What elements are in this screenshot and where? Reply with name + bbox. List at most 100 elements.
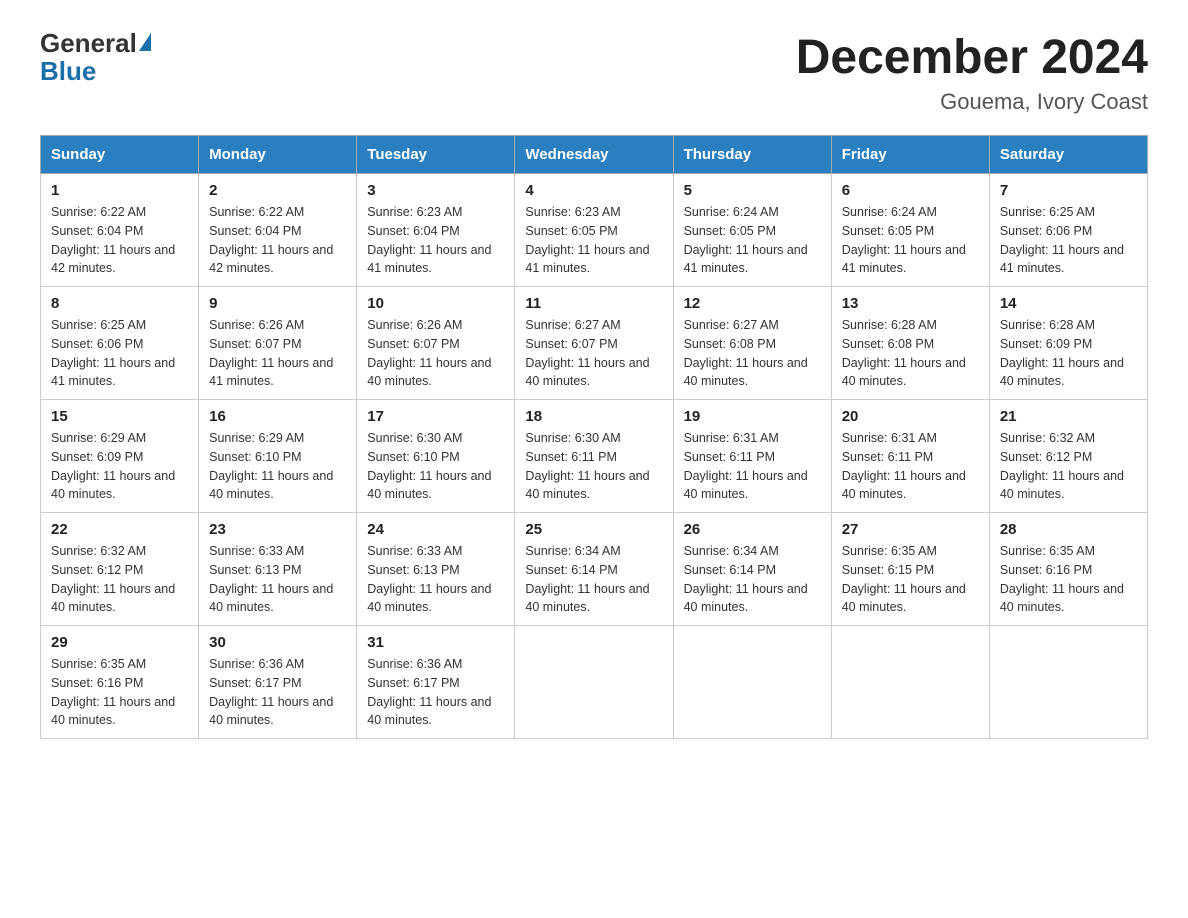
calendar-cell: 20 Sunrise: 6:31 AM Sunset: 6:11 PM Dayl…: [831, 400, 989, 513]
calendar-cell: 3 Sunrise: 6:23 AM Sunset: 6:04 PM Dayli…: [357, 174, 515, 287]
daylight-label: Daylight: 11 hours and 40 minutes.: [525, 582, 649, 615]
day-number: 6: [842, 182, 979, 199]
calendar-cell: 17 Sunrise: 6:30 AM Sunset: 6:10 PM Dayl…: [357, 400, 515, 513]
sunset-label: Sunset: 6:06 PM: [51, 337, 143, 351]
sunset-label: Sunset: 6:07 PM: [367, 337, 459, 351]
page-subtitle: Gouema, Ivory Coast: [796, 89, 1148, 115]
calendar-cell: 23 Sunrise: 6:33 AM Sunset: 6:13 PM Dayl…: [199, 513, 357, 626]
daylight-label: Daylight: 11 hours and 41 minutes.: [367, 243, 491, 276]
calendar-cell: [673, 626, 831, 739]
sunset-label: Sunset: 6:09 PM: [1000, 337, 1092, 351]
calendar-cell: 14 Sunrise: 6:28 AM Sunset: 6:09 PM Dayl…: [989, 287, 1147, 400]
sunrise-label: Sunrise: 6:23 AM: [367, 205, 462, 219]
day-info: Sunrise: 6:36 AM Sunset: 6:17 PM Dayligh…: [367, 655, 504, 730]
sunrise-label: Sunrise: 6:35 AM: [51, 657, 146, 671]
sunset-label: Sunset: 6:13 PM: [367, 563, 459, 577]
day-number: 25: [525, 521, 662, 538]
sunrise-label: Sunrise: 6:35 AM: [1000, 544, 1095, 558]
day-info: Sunrise: 6:29 AM Sunset: 6:10 PM Dayligh…: [209, 429, 346, 504]
calendar-cell: 27 Sunrise: 6:35 AM Sunset: 6:15 PM Dayl…: [831, 513, 989, 626]
sunrise-label: Sunrise: 6:26 AM: [209, 318, 304, 332]
daylight-label: Daylight: 11 hours and 40 minutes.: [684, 356, 808, 389]
calendar-cell: 18 Sunrise: 6:30 AM Sunset: 6:11 PM Dayl…: [515, 400, 673, 513]
sunset-label: Sunset: 6:07 PM: [525, 337, 617, 351]
day-info: Sunrise: 6:22 AM Sunset: 6:04 PM Dayligh…: [51, 203, 188, 278]
day-number: 30: [209, 634, 346, 651]
calendar-week-1: 1 Sunrise: 6:22 AM Sunset: 6:04 PM Dayli…: [41, 174, 1148, 287]
calendar-cell: 13 Sunrise: 6:28 AM Sunset: 6:08 PM Dayl…: [831, 287, 989, 400]
sunrise-label: Sunrise: 6:34 AM: [525, 544, 620, 558]
day-number: 23: [209, 521, 346, 538]
col-header-saturday: Saturday: [989, 136, 1147, 174]
sunset-label: Sunset: 6:04 PM: [209, 224, 301, 238]
day-number: 16: [209, 408, 346, 425]
day-info: Sunrise: 6:25 AM Sunset: 6:06 PM Dayligh…: [1000, 203, 1137, 278]
sunrise-label: Sunrise: 6:29 AM: [209, 431, 304, 445]
calendar-cell: 24 Sunrise: 6:33 AM Sunset: 6:13 PM Dayl…: [357, 513, 515, 626]
calendar-cell: 1 Sunrise: 6:22 AM Sunset: 6:04 PM Dayli…: [41, 174, 199, 287]
sunrise-label: Sunrise: 6:32 AM: [1000, 431, 1095, 445]
daylight-label: Daylight: 11 hours and 40 minutes.: [51, 582, 175, 615]
sunset-label: Sunset: 6:14 PM: [525, 563, 617, 577]
daylight-label: Daylight: 11 hours and 41 minutes.: [842, 243, 966, 276]
day-number: 11: [525, 295, 662, 312]
sunrise-label: Sunrise: 6:36 AM: [209, 657, 304, 671]
col-header-thursday: Thursday: [673, 136, 831, 174]
sunrise-label: Sunrise: 6:31 AM: [684, 431, 779, 445]
sunrise-label: Sunrise: 6:25 AM: [1000, 205, 1095, 219]
logo-triangle-icon: [139, 33, 151, 51]
sunset-label: Sunset: 6:08 PM: [684, 337, 776, 351]
logo-blue-text: Blue: [40, 56, 96, 87]
day-info: Sunrise: 6:33 AM Sunset: 6:13 PM Dayligh…: [367, 542, 504, 617]
daylight-label: Daylight: 11 hours and 41 minutes.: [525, 243, 649, 276]
sunrise-label: Sunrise: 6:28 AM: [1000, 318, 1095, 332]
day-number: 20: [842, 408, 979, 425]
col-header-sunday: Sunday: [41, 136, 199, 174]
sunset-label: Sunset: 6:10 PM: [367, 450, 459, 464]
sunrise-label: Sunrise: 6:35 AM: [842, 544, 937, 558]
sunset-label: Sunset: 6:10 PM: [209, 450, 301, 464]
day-number: 12: [684, 295, 821, 312]
day-info: Sunrise: 6:34 AM Sunset: 6:14 PM Dayligh…: [525, 542, 662, 617]
sunset-label: Sunset: 6:11 PM: [525, 450, 617, 464]
daylight-label: Daylight: 11 hours and 40 minutes.: [367, 469, 491, 502]
day-info: Sunrise: 6:25 AM Sunset: 6:06 PM Dayligh…: [51, 316, 188, 391]
sunrise-label: Sunrise: 6:24 AM: [684, 205, 779, 219]
sunrise-label: Sunrise: 6:25 AM: [51, 318, 146, 332]
sunrise-label: Sunrise: 6:28 AM: [842, 318, 937, 332]
daylight-label: Daylight: 11 hours and 40 minutes.: [209, 582, 333, 615]
sunrise-label: Sunrise: 6:31 AM: [842, 431, 937, 445]
sunset-label: Sunset: 6:17 PM: [367, 676, 459, 690]
calendar-cell: 9 Sunrise: 6:26 AM Sunset: 6:07 PM Dayli…: [199, 287, 357, 400]
day-info: Sunrise: 6:32 AM Sunset: 6:12 PM Dayligh…: [51, 542, 188, 617]
calendar-cell: 28 Sunrise: 6:35 AM Sunset: 6:16 PM Dayl…: [989, 513, 1147, 626]
day-number: 18: [525, 408, 662, 425]
daylight-label: Daylight: 11 hours and 40 minutes.: [367, 356, 491, 389]
daylight-label: Daylight: 11 hours and 41 minutes.: [209, 356, 333, 389]
header-row: SundayMondayTuesdayWednesdayThursdayFrid…: [41, 136, 1148, 174]
daylight-label: Daylight: 11 hours and 40 minutes.: [842, 356, 966, 389]
sunset-label: Sunset: 6:11 PM: [684, 450, 776, 464]
sunrise-label: Sunrise: 6:36 AM: [367, 657, 462, 671]
day-info: Sunrise: 6:28 AM Sunset: 6:08 PM Dayligh…: [842, 316, 979, 391]
daylight-label: Daylight: 11 hours and 40 minutes.: [209, 469, 333, 502]
day-number: 29: [51, 634, 188, 651]
daylight-label: Daylight: 11 hours and 41 minutes.: [1000, 243, 1124, 276]
day-info: Sunrise: 6:26 AM Sunset: 6:07 PM Dayligh…: [209, 316, 346, 391]
col-header-wednesday: Wednesday: [515, 136, 673, 174]
calendar-header: SundayMondayTuesdayWednesdayThursdayFrid…: [41, 136, 1148, 174]
sunset-label: Sunset: 6:09 PM: [51, 450, 143, 464]
calendar-cell: [989, 626, 1147, 739]
sunset-label: Sunset: 6:15 PM: [842, 563, 934, 577]
calendar-cell: 4 Sunrise: 6:23 AM Sunset: 6:05 PM Dayli…: [515, 174, 673, 287]
page-header: General Blue December 2024 Gouema, Ivory…: [40, 30, 1148, 115]
day-info: Sunrise: 6:33 AM Sunset: 6:13 PM Dayligh…: [209, 542, 346, 617]
daylight-label: Daylight: 11 hours and 40 minutes.: [1000, 582, 1124, 615]
day-number: 27: [842, 521, 979, 538]
calendar-week-3: 15 Sunrise: 6:29 AM Sunset: 6:09 PM Dayl…: [41, 400, 1148, 513]
day-number: 17: [367, 408, 504, 425]
sunrise-label: Sunrise: 6:30 AM: [525, 431, 620, 445]
col-header-friday: Friday: [831, 136, 989, 174]
calendar-body: 1 Sunrise: 6:22 AM Sunset: 6:04 PM Dayli…: [41, 174, 1148, 739]
calendar-cell: 19 Sunrise: 6:31 AM Sunset: 6:11 PM Dayl…: [673, 400, 831, 513]
